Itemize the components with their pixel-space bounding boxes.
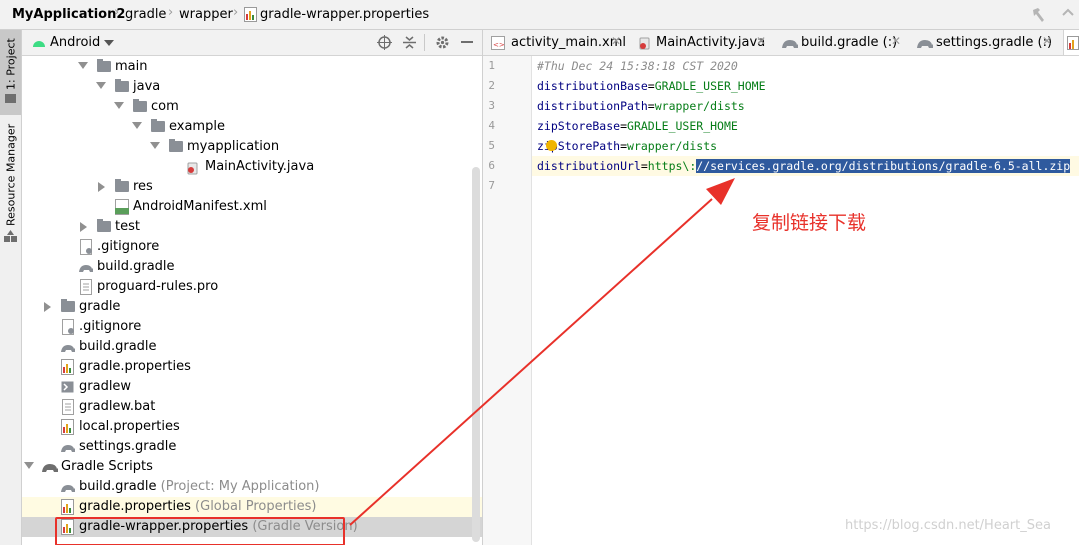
watermark: https://blog.csdn.net/Heart_Sea bbox=[845, 518, 1051, 533]
annotation-text: 复制链接下载 bbox=[752, 212, 867, 234]
annotation-arrow bbox=[349, 178, 735, 526]
